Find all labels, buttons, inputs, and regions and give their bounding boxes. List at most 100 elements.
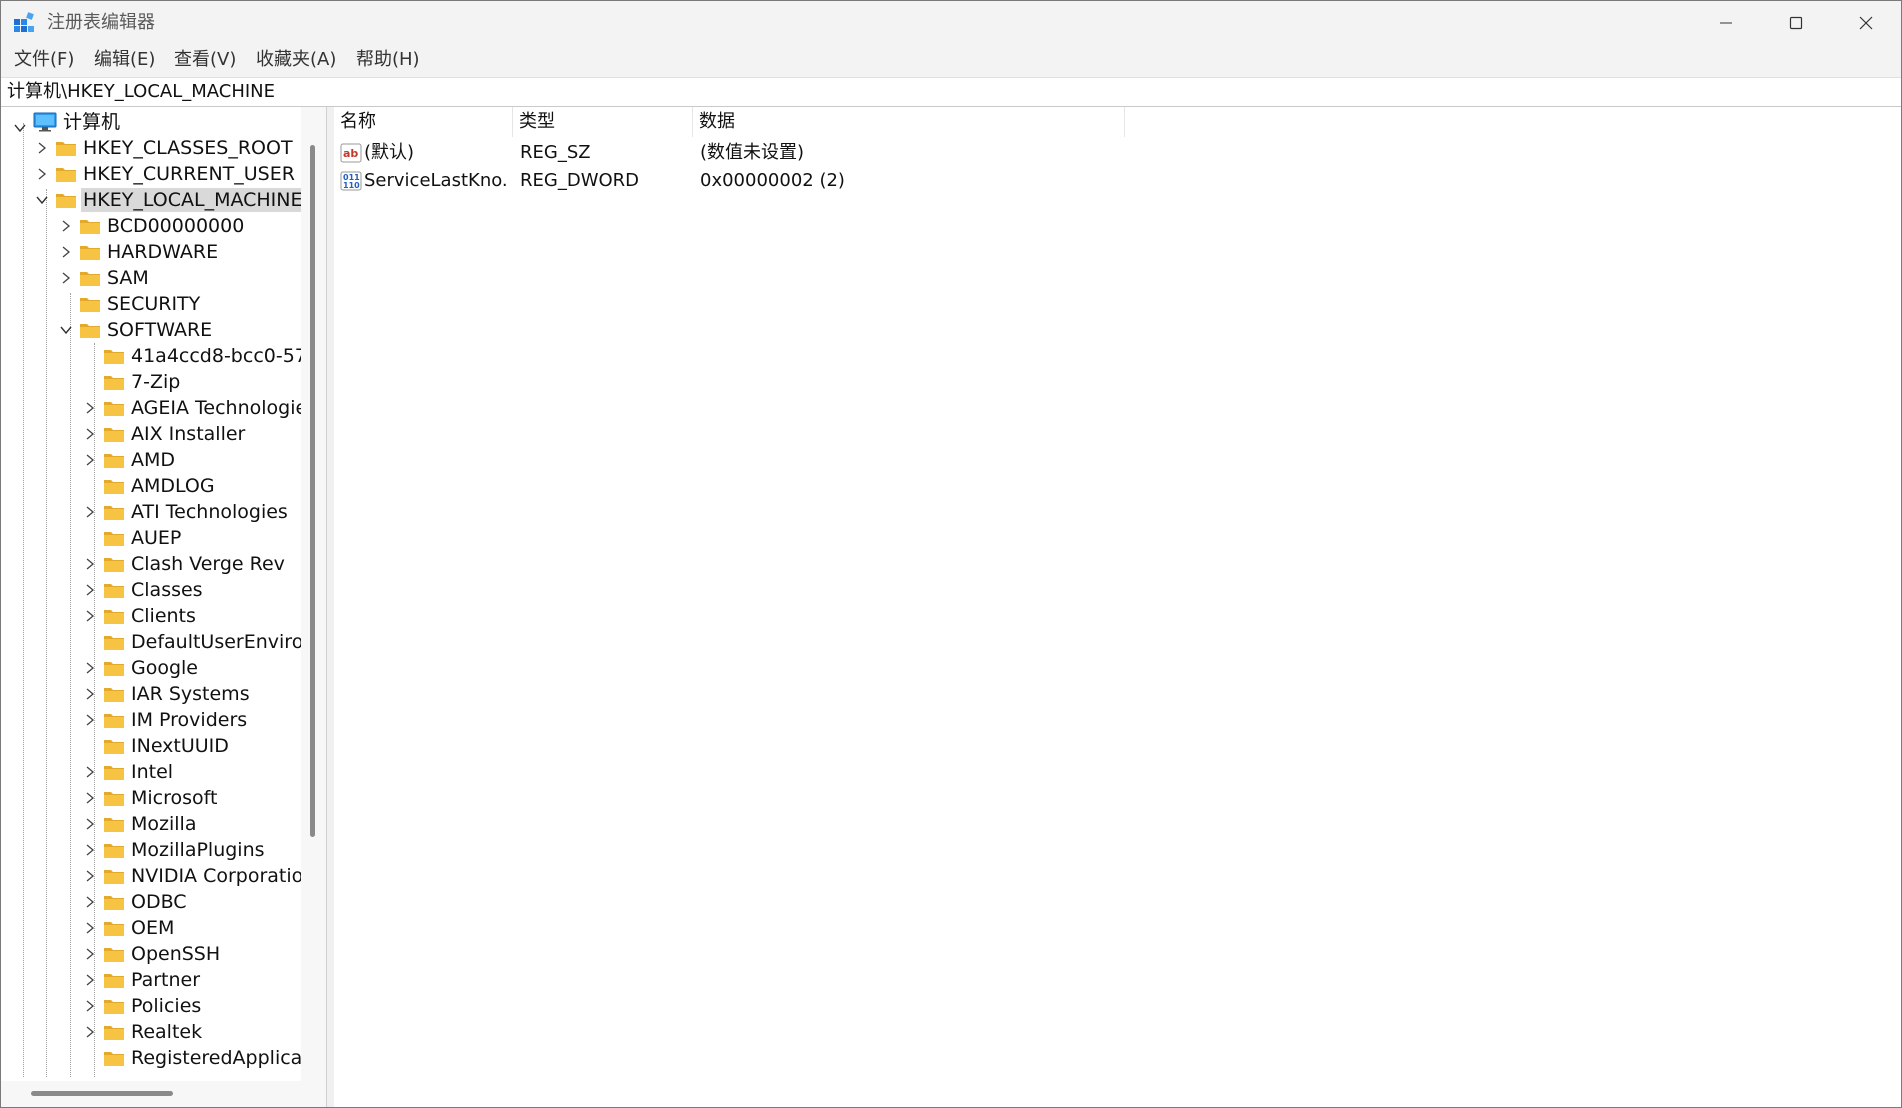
tree-item-label: AMDLOG — [131, 475, 215, 497]
tree-item-aix-installer[interactable]: AIX Installer — [103, 421, 247, 447]
chevron-right-icon[interactable] — [83, 609, 97, 623]
window-title: 注册表编辑器 — [47, 12, 155, 33]
menu-file[interactable]: 文件(F) — [12, 48, 76, 72]
chevron-right-icon[interactable] — [83, 687, 97, 701]
tree-item-odbc[interactable]: ODBC — [103, 889, 189, 915]
menu-help[interactable]: 帮助(H) — [354, 48, 422, 72]
chevron-right-icon[interactable] — [83, 1025, 97, 1039]
menu-edit[interactable]: 编辑(E) — [92, 48, 157, 72]
chevron-right-icon[interactable] — [83, 713, 97, 727]
chevron-right-icon[interactable] — [83, 999, 97, 1013]
tree-item-inextuuid[interactable]: INextUUID — [103, 733, 231, 759]
chevron-right-icon[interactable] — [83, 869, 97, 883]
tree-item-realtek[interactable]: Realtek — [103, 1019, 204, 1045]
tree-item-amd[interactable]: AMD — [103, 447, 177, 473]
chevron-down-icon[interactable] — [35, 193, 49, 207]
column-header-name[interactable]: 名称 — [334, 107, 513, 137]
chevron-down-icon[interactable] — [13, 121, 27, 135]
tree-item-security[interactable]: SECURITY — [79, 291, 202, 317]
tree-item-nvidia-corporation[interactable]: NVIDIA Corporation — [103, 863, 301, 889]
chevron-right-icon[interactable] — [83, 895, 97, 909]
value-row-default[interactable]: ab (默认) REG_SZ (数值未设置) — [334, 139, 1234, 167]
tree-item-policies[interactable]: Policies — [103, 993, 203, 1019]
tree-item-auep[interactable]: AUEP — [103, 525, 183, 551]
menu-favorites[interactable]: 收藏夹(A) — [254, 48, 338, 72]
menu-view[interactable]: 查看(V) — [172, 48, 238, 72]
tree-item-im-providers[interactable]: IM Providers — [103, 707, 249, 733]
chevron-down-icon[interactable] — [59, 323, 73, 337]
tree-item-oem[interactable]: OEM — [103, 915, 176, 941]
key-tree-pane[interactable]: 计算机 HKEY_CLASSES_ROOT HKEY_CURRENT_USER HK… — [1, 107, 326, 1107]
tree-item-label: AIX Installer — [131, 423, 246, 445]
chevron-right-icon[interactable] — [35, 167, 49, 181]
chevron-right-icon[interactable] — [83, 947, 97, 961]
tree-item-defaultuserenviron[interactable]: DefaultUserEnviron — [103, 629, 301, 655]
tree-item-hkey-current-user[interactable]: HKEY_CURRENT_USER — [55, 161, 297, 187]
tree-item-bcd00000000[interactable]: BCD00000000 — [79, 213, 246, 239]
maximize-button[interactable] — [1761, 1, 1831, 45]
tree-item-clash-verge-rev[interactable]: Clash Verge Rev — [103, 551, 287, 577]
chevron-right-icon[interactable] — [83, 427, 97, 441]
title-bar[interactable]: 注册表编辑器 — [1, 1, 1901, 45]
value-data: (数值未设置) — [700, 142, 805, 163]
tree-item-label: 计算机 — [63, 111, 121, 133]
tree-item-intel[interactable]: Intel — [103, 759, 175, 785]
chevron-right-icon[interactable] — [83, 661, 97, 675]
chevron-right-icon[interactable] — [83, 973, 97, 987]
chevron-right-icon[interactable] — [59, 245, 73, 259]
tree-item-software[interactable]: SOFTWARE — [79, 317, 214, 343]
chevron-right-icon[interactable] — [83, 765, 97, 779]
tree-item-sam[interactable]: SAM — [79, 265, 151, 291]
tree-item-openssh[interactable]: OpenSSH — [103, 941, 222, 967]
tree-item-computer[interactable]: 计算机 — [11, 109, 122, 135]
chevron-right-icon[interactable] — [83, 791, 97, 805]
column-header-data[interactable]: 数据 — [693, 107, 1125, 137]
tree-item-google[interactable]: Google — [103, 655, 200, 681]
chevron-right-icon[interactable] — [83, 453, 97, 467]
column-header-type[interactable]: 类型 — [513, 107, 693, 137]
tree-item-registeredapplicat[interactable]: RegisteredApplicat — [103, 1045, 301, 1071]
close-button[interactable] — [1831, 1, 1901, 45]
chevron-right-icon[interactable] — [59, 219, 73, 233]
registry-editor-app-icon — [14, 12, 34, 32]
tree-vertical-scrollbar[interactable] — [301, 107, 326, 1107]
tree-item-iar-systems[interactable]: IAR Systems — [103, 681, 252, 707]
chevron-right-icon[interactable] — [83, 505, 97, 519]
tree-horizontal-scrollbar[interactable] — [1, 1081, 301, 1107]
chevron-right-icon[interactable] — [83, 843, 97, 857]
tree-item-clients[interactable]: Clients — [103, 603, 198, 629]
tree-item-partner[interactable]: Partner — [103, 967, 202, 993]
folder-icon — [104, 350, 124, 364]
chevron-right-icon[interactable] — [83, 817, 97, 831]
tree-item-hkey-classes-root[interactable]: HKEY_CLASSES_ROOT — [55, 135, 295, 161]
tree-item-mozilla[interactable]: Mozilla — [103, 811, 198, 837]
tree-item-label: BCD00000000 — [107, 215, 245, 237]
tree-item-41a4ccd8-bcc0-57[interactable]: 41a4ccd8-bcc0-57 — [103, 343, 301, 369]
chevron-right-icon[interactable] — [83, 557, 97, 571]
folder-icon — [104, 376, 124, 390]
chevron-right-icon[interactable] — [35, 141, 49, 155]
tree-item-7-zip[interactable]: 7-Zip — [103, 369, 182, 395]
chevron-right-icon[interactable] — [83, 921, 97, 935]
chevron-right-icon[interactable] — [83, 583, 97, 597]
address-path[interactable]: 计算机\HKEY_LOCAL_MACHINE — [7, 80, 275, 104]
chevron-right-icon[interactable] — [59, 271, 73, 285]
tree-item-classes[interactable]: Classes — [103, 577, 205, 603]
tree-item-microsoft[interactable]: Microsoft — [103, 785, 219, 811]
chevron-right-icon[interactable] — [83, 401, 97, 415]
tree-item-label: ATI Technologies — [131, 501, 288, 523]
values-list-pane[interactable]: 名称 类型 数据 ab (默认) REG_SZ (数值未设置) 011 110 … — [334, 107, 1901, 1107]
key-tree: 计算机 HKEY_CLASSES_ROOT HKEY_CURRENT_USER HK… — [1, 107, 301, 1077]
tree-vertical-scroll-thumb[interactable] — [310, 145, 315, 837]
tree-item-ageia-technologies[interactable]: AGEIA Technologies — [103, 395, 301, 421]
tree-item-amdlog[interactable]: AMDLOG — [103, 473, 217, 499]
address-bar[interactable]: 计算机\HKEY_LOCAL_MACHINE — [1, 77, 1901, 107]
tree-horizontal-scroll-thumb[interactable] — [31, 1091, 173, 1096]
folder-icon — [104, 896, 124, 910]
tree-item-ati-technologies[interactable]: ATI Technologies — [103, 499, 290, 525]
tree-item-hkey-local-machine[interactable]: HKEY_LOCAL_MACHINE — [55, 187, 301, 213]
tree-item-hardware[interactable]: HARDWARE — [79, 239, 220, 265]
value-row-servicelastknown[interactable]: 011 110 ServiceLastKno... REG_DWORD 0x00… — [334, 167, 1234, 195]
tree-item-mozillaplugins[interactable]: MozillaPlugins — [103, 837, 267, 863]
minimize-button[interactable] — [1691, 1, 1761, 45]
